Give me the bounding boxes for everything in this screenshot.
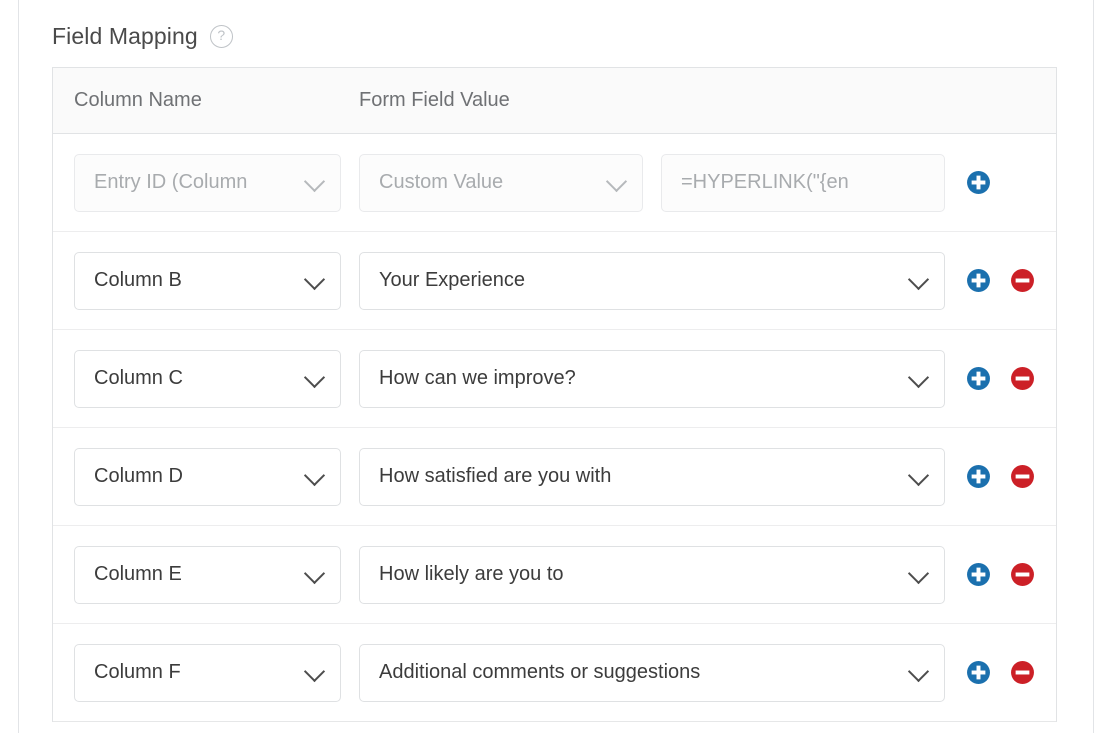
add-row-button[interactable] (966, 366, 991, 391)
table-row: Entry ID (Column Custom Value =HYPERLINK("… (53, 134, 1056, 232)
add-row-button[interactable] (966, 268, 991, 293)
table-row: Column D How satisfied are you with (53, 428, 1056, 526)
chevron-down-icon (304, 366, 325, 387)
chevron-down-icon (908, 366, 929, 387)
column-name-select-value: Column B (75, 269, 226, 292)
form-field-value-select: Custom Value (359, 154, 643, 212)
chevron-down-icon (606, 170, 627, 191)
add-row-button[interactable] (966, 464, 991, 489)
row-actions (966, 170, 991, 195)
column-name-select-value: Column E (75, 563, 226, 586)
form-field-value-select-value: Additional comments or suggestions (360, 661, 744, 684)
form-field-value-select-value: How can we improve? (360, 367, 620, 390)
chevron-down-icon (304, 562, 325, 583)
add-row-button[interactable] (966, 170, 991, 195)
chevron-down-icon (304, 268, 325, 289)
chevron-down-icon (908, 660, 929, 681)
form-field-value-select[interactable]: How satisfied are you with (359, 448, 945, 506)
field-mapping-table: Column Name Form Field Value Entry ID (C… (52, 67, 1057, 722)
settings-panel: Field Mapping ? Column Name Form Field V… (18, 0, 1094, 733)
chevron-down-icon (304, 660, 325, 681)
row-actions (966, 268, 1035, 293)
column-name-select-value: Column F (75, 661, 225, 684)
field-mapping-header: Field Mapping ? (19, 0, 1093, 50)
table-row: Column E How likely are you to (53, 526, 1056, 624)
form-field-value-select-value: How likely are you to (360, 563, 608, 586)
form-field-value-select-value: Custom Value (360, 171, 547, 194)
row-actions (966, 562, 1035, 587)
chevron-down-icon (908, 464, 929, 485)
form-field-value-select[interactable]: How can we improve? (359, 350, 945, 408)
row-actions (966, 366, 1035, 391)
page-title: Field Mapping (52, 25, 198, 48)
column-name-select[interactable]: Column C (74, 350, 341, 408)
table-body: Entry ID (Column Custom Value =HYPERLINK("… (53, 134, 1056, 722)
form-field-value-select-value: How satisfied are you with (360, 465, 655, 488)
add-row-button[interactable] (966, 660, 991, 685)
remove-row-button[interactable] (1010, 660, 1035, 685)
column-name-select-value: Column D (75, 465, 227, 488)
column-name-select: Entry ID (Column (74, 154, 341, 212)
form-field-value-select[interactable]: How likely are you to (359, 546, 945, 604)
custom-value-input[interactable]: =HYPERLINK("{en (661, 154, 945, 212)
column-name-select-value: Column C (75, 367, 227, 390)
column-header-column-name: Column Name (53, 89, 356, 112)
table-row: Column C How can we improve? (53, 330, 1056, 428)
column-name-select[interactable]: Column B (74, 252, 341, 310)
form-field-value-select-value: Your Experience (360, 269, 569, 292)
table-row: Column B Your Experience (53, 232, 1056, 330)
row-actions (966, 464, 1035, 489)
form-field-value-select[interactable]: Additional comments or suggestions (359, 644, 945, 702)
column-name-select[interactable]: Column F (74, 644, 341, 702)
chevron-down-icon (908, 562, 929, 583)
remove-row-button[interactable] (1010, 464, 1035, 489)
remove-row-button[interactable] (1010, 268, 1035, 293)
remove-row-button[interactable] (1010, 562, 1035, 587)
table-row: Column F Additional comments or suggestio… (53, 624, 1056, 722)
column-name-select[interactable]: Column D (74, 448, 341, 506)
add-row-button[interactable] (966, 562, 991, 587)
chevron-down-icon (304, 170, 325, 191)
remove-row-button[interactable] (1010, 366, 1035, 391)
column-name-select[interactable]: Column E (74, 546, 341, 604)
help-circle-icon[interactable]: ? (210, 25, 233, 48)
table-header-row: Column Name Form Field Value (53, 68, 1056, 134)
column-name-select-value: Entry ID (Column (75, 171, 291, 194)
form-field-value-select[interactable]: Your Experience (359, 252, 945, 310)
row-actions (966, 660, 1035, 685)
chevron-down-icon (304, 464, 325, 485)
column-header-form-field-value: Form Field Value (356, 89, 510, 112)
chevron-down-icon (908, 268, 929, 289)
